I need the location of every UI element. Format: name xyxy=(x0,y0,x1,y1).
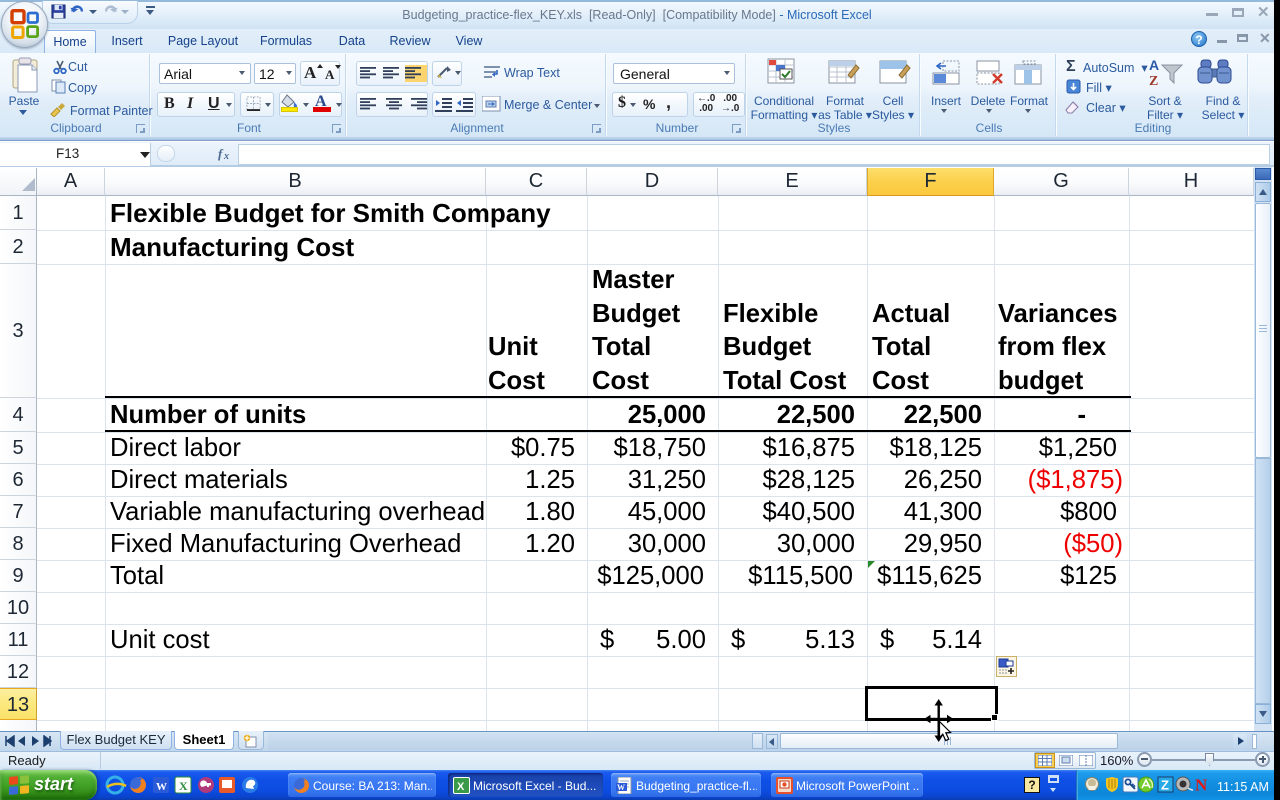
svg-text:X: X xyxy=(457,781,465,793)
svg-text:W: W xyxy=(617,783,625,792)
svg-text:Z: Z xyxy=(1149,74,1158,89)
svg-text:Z: Z xyxy=(1161,778,1169,793)
svg-text:A: A xyxy=(1149,57,1159,73)
svg-text:W: W xyxy=(156,781,167,793)
svg-text:X: X xyxy=(179,779,188,793)
svg-text:N: N xyxy=(1195,776,1208,793)
